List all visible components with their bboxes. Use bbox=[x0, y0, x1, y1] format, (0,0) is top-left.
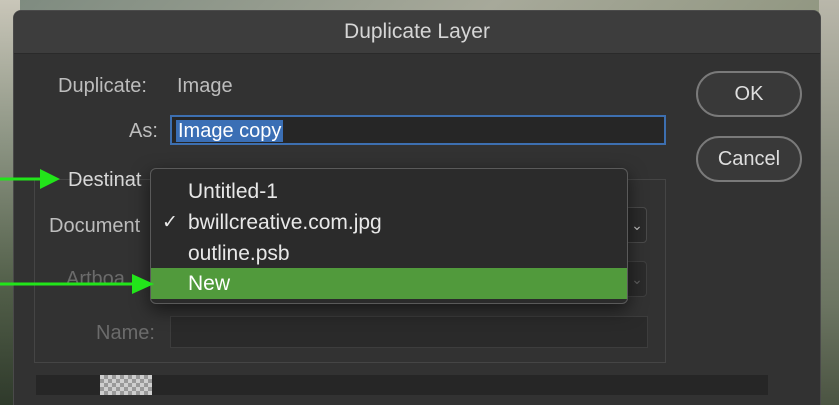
cancel-button[interactable]: Cancel bbox=[696, 136, 802, 182]
menu-item-new[interactable]: New bbox=[151, 268, 627, 299]
duplicate-label: Duplicate: bbox=[58, 75, 147, 97]
as-input[interactable]: Image copy bbox=[170, 115, 666, 145]
transparency-thumbnail bbox=[100, 375, 152, 395]
green-arrow-new-icon bbox=[0, 274, 154, 294]
artboard-select-arrow[interactable]: ⌄ bbox=[627, 261, 647, 297]
menu-item-label: outline.psb bbox=[188, 242, 290, 265]
document-label: Document bbox=[49, 215, 141, 237]
document-dropdown-menu: Untitled-1 ✓ bwillcreative.com.jpg outli… bbox=[150, 168, 628, 304]
menu-item-label: Untitled-1 bbox=[188, 180, 278, 203]
checkmark-icon: ✓ bbox=[162, 212, 178, 233]
green-arrow-destination-icon bbox=[0, 169, 60, 189]
menu-item-outline-psb[interactable]: outline.psb bbox=[151, 238, 627, 269]
menu-item-untitled-1[interactable]: Untitled-1 bbox=[151, 176, 627, 207]
menu-item-label: bwillcreative.com.jpg bbox=[188, 211, 382, 234]
dialog-title: Duplicate Layer bbox=[14, 11, 820, 54]
name-input[interactable] bbox=[170, 316, 648, 348]
as-label: As: bbox=[129, 120, 158, 142]
duplicate-value: Image bbox=[177, 75, 233, 97]
name-label: Name: bbox=[96, 322, 155, 344]
destination-label: Destinat bbox=[68, 169, 142, 191]
as-input-selected-text: Image copy bbox=[176, 120, 284, 142]
background-photo-right bbox=[819, 0, 839, 405]
ok-button[interactable]: OK bbox=[696, 71, 802, 117]
document-select-arrow[interactable]: ⌄ bbox=[627, 207, 647, 243]
menu-item-bwillcreative[interactable]: ✓ bwillcreative.com.jpg bbox=[151, 207, 627, 238]
menu-item-label: New bbox=[188, 272, 231, 295]
